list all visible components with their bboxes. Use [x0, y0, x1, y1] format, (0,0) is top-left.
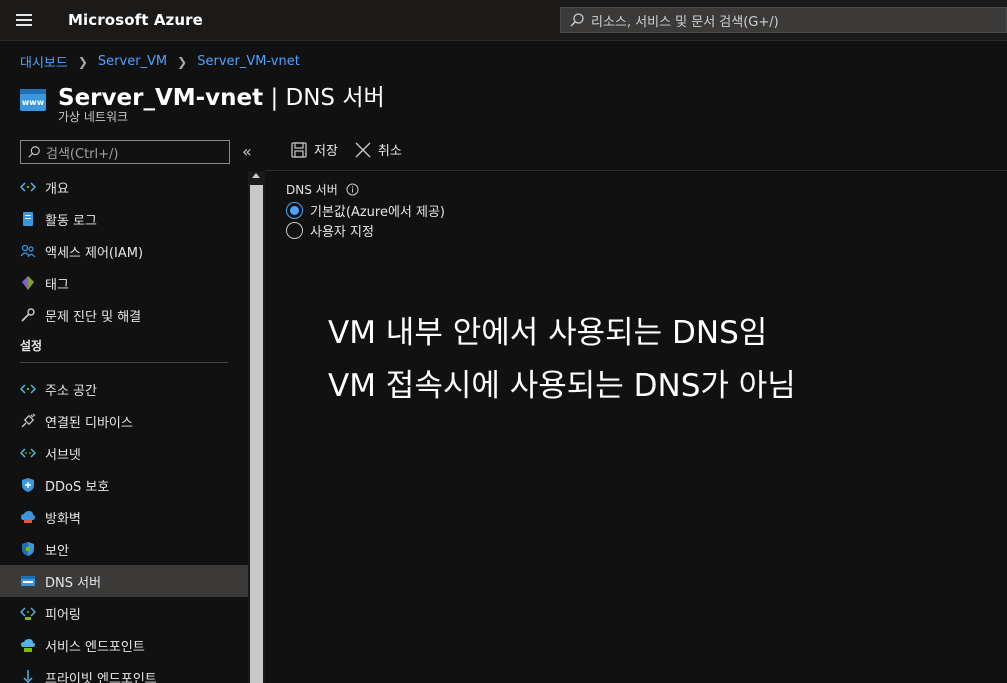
dns-option-custom-label: 사용자 지정 — [310, 225, 374, 240]
sidebar-item-security[interactable]: 보안 — [0, 533, 248, 565]
save-label: 저장 — [314, 144, 338, 159]
sidebar-item-overview[interactable]: 개요 — [0, 171, 248, 203]
virtual-network-icon: www — [20, 89, 46, 111]
sidebar-item-address-space[interactable]: 주소 공간 — [0, 373, 248, 405]
breadcrumb-vnet[interactable]: Server_VM-vnet — [197, 54, 300, 69]
sidebar-item-activity-log[interactable]: 활동 로그 — [0, 203, 248, 235]
scrollbar-thumb[interactable] — [250, 185, 263, 683]
cancel-label: 취소 — [377, 144, 402, 159]
collapse-sidebar-button[interactable]: « — [242, 142, 252, 161]
sidebar-item-diagnose[interactable]: 문제 진단 및 해결 — [0, 299, 248, 331]
sidebar-section-settings: 설정 — [0, 331, 248, 373]
sidebar-search-placeholder: 검색(Ctrl+/) — [46, 146, 119, 162]
radio-button-unchecked[interactable] — [286, 222, 303, 239]
global-search-input[interactable]: 리소스, 서비스 및 문서 검색(G+/) — [560, 7, 1007, 33]
save-icon — [291, 141, 307, 158]
wrench-icon — [20, 307, 36, 323]
breadcrumb-server-vm[interactable]: Server_VM — [98, 54, 167, 69]
sidebar-item-label: 피어링 — [45, 607, 81, 623]
security-shield-icon — [20, 541, 36, 557]
plug-icon — [20, 413, 36, 429]
sidebar-item-ddos[interactable]: DDoS 보호 — [0, 469, 248, 501]
sidebar-item-label: 활동 로그 — [45, 213, 97, 229]
overview-icon — [20, 179, 36, 195]
save-button[interactable]: 저장 — [290, 140, 338, 159]
sidebar-item-label: 액세스 제어(IAM) — [45, 245, 144, 261]
dns-icon — [20, 573, 36, 589]
sidebar-item-label: DDoS 보호 — [45, 479, 110, 495]
service-endpoint-icon — [20, 637, 36, 653]
sidebar-item-label: 주소 공간 — [45, 383, 97, 399]
search-icon — [570, 13, 584, 27]
sidebar-item-label: DNS 서버 — [45, 575, 102, 591]
scroll-up-arrow-icon[interactable] — [252, 173, 260, 178]
breadcrumb-dashboard[interactable]: 대시보드 — [20, 52, 68, 71]
brand-title[interactable]: Microsoft Azure — [68, 11, 203, 29]
sidebar-item-label: 서비스 엔드포인트 — [45, 639, 145, 655]
subnet-icon — [20, 445, 36, 461]
address-space-icon — [20, 381, 36, 397]
menu-icon[interactable] — [16, 14, 32, 26]
svg-text:www: www — [22, 98, 45, 107]
tag-icon — [20, 275, 36, 291]
sidebar-scrollbar[interactable] — [248, 171, 265, 683]
dns-servers-field-label: DNS 서버 — [286, 181, 359, 198]
sidebar-item-peerings[interactable]: 피어링 — [0, 597, 248, 629]
iam-icon — [20, 243, 36, 259]
search-icon — [28, 146, 40, 158]
sidebar-item-label: 서브넷 — [45, 447, 81, 463]
sidebar-item-label: 태그 — [45, 277, 69, 293]
activity-log-icon — [20, 211, 36, 227]
chevron-right-icon: ❯ — [77, 54, 88, 69]
sidebar-item-label: 개요 — [45, 181, 69, 197]
sidebar-item-iam[interactable]: 액세스 제어(IAM) — [0, 235, 248, 267]
global-search-placeholder: 리소스, 서비스 및 문서 검색(G+/) — [591, 14, 779, 30]
firewall-icon — [20, 509, 36, 525]
top-bar: Microsoft Azure 리소스, 서비스 및 문서 검색(G+/) — [0, 0, 1007, 41]
sidebar: 개요 활동 로그 액세스 제어(IAM) 태그 문제 진단 및 해결 설정 주소… — [0, 171, 248, 683]
sidebar-item-service-endpoints[interactable]: 서비스 엔드포인트 — [0, 629, 248, 661]
page-title: Server_VM-vnet | DNS 서버 — [58, 78, 385, 112]
sidebar-item-label: 프라이빗 엔드포인트 — [45, 671, 157, 683]
command-bar: 저장 취소 — [290, 140, 418, 159]
radio-button-checked[interactable] — [286, 202, 303, 219]
section-divider — [20, 362, 228, 363]
sidebar-item-dns-servers[interactable]: DNS 서버 — [0, 565, 248, 597]
dns-option-custom[interactable]: 사용자 지정 — [286, 221, 374, 240]
breadcrumb: 대시보드 ❯ Server_VM ❯ Server_VM-vnet — [20, 52, 300, 71]
page-subtitle: 가상 네트워크 — [58, 110, 129, 124]
sidebar-item-label: 보안 — [45, 543, 69, 559]
info-icon[interactable] — [346, 183, 359, 196]
sidebar-item-label: 연결된 디바이스 — [45, 415, 133, 431]
sidebar-item-tags[interactable]: 태그 — [0, 267, 248, 299]
dns-field-label-text: DNS 서버 — [286, 183, 338, 197]
dns-option-default-label: 기본값(Azure에서 제공) — [310, 205, 446, 220]
close-icon — [355, 142, 371, 157]
page-title-section: | DNS 서버 — [263, 85, 385, 111]
sidebar-item-subnets[interactable]: 서브넷 — [0, 437, 248, 469]
command-bar-divider — [265, 170, 1007, 171]
sidebar-item-private-endpoints[interactable]: 프라이빗 엔드포인트 — [0, 661, 248, 683]
ddos-shield-icon — [20, 477, 36, 493]
annotation-line-1: VM 내부 안에서 사용되는 DNS임 — [328, 315, 768, 351]
sidebar-item-connected-devices[interactable]: 연결된 디바이스 — [0, 405, 248, 437]
sidebar-item-label: 문제 진단 및 해결 — [45, 309, 142, 325]
private-endpoint-icon — [20, 669, 36, 683]
sidebar-item-firewall[interactable]: 방화벽 — [0, 501, 248, 533]
dns-option-default[interactable]: 기본값(Azure에서 제공) — [286, 201, 445, 220]
annotation-line-2: VM 접속시에 사용되는 DNS가 아님 — [328, 368, 796, 404]
cancel-button[interactable]: 취소 — [354, 140, 402, 159]
sidebar-section-label: 설정 — [20, 339, 43, 353]
sidebar-search-input[interactable]: 검색(Ctrl+/) — [20, 140, 230, 164]
chevron-right-icon: ❯ — [177, 54, 188, 69]
peering-icon — [20, 605, 36, 621]
sidebar-item-label: 방화벽 — [45, 511, 81, 527]
